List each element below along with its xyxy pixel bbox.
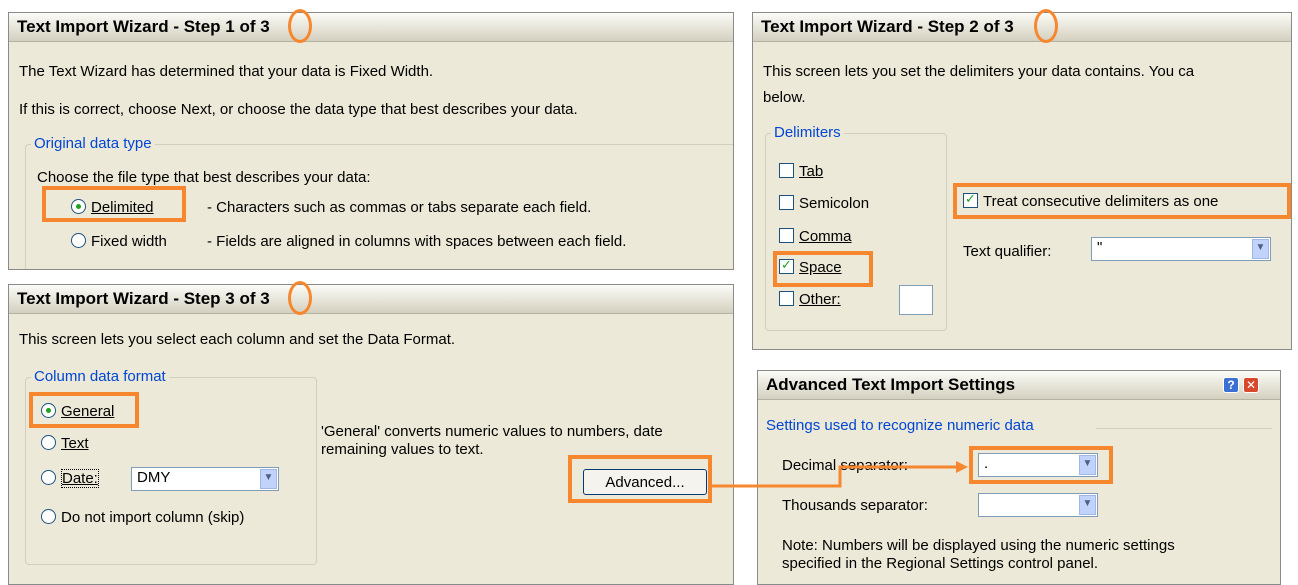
comma-checkbox-label: Comma: [799, 228, 852, 245]
help-icon[interactable]: ?: [1223, 377, 1239, 393]
fixed-width-radio-icon[interactable]: [71, 233, 86, 248]
step1-panel: Text Import Wizard - Step 1 of 3 The Tex…: [8, 12, 734, 270]
comma-checkbox-icon[interactable]: [779, 228, 794, 243]
text-qualifier-value: ": [1097, 239, 1103, 256]
date-format-combo[interactable]: DMY ▼: [131, 467, 279, 491]
skip-radio[interactable]: Do not import column (skip): [41, 509, 244, 526]
step3-line1: This screen lets you select each column …: [19, 331, 456, 348]
original-data-type-label: Original data type: [31, 135, 155, 152]
general-description-line1: 'General' converts numeric values to num…: [321, 423, 663, 440]
note-line2: specified in the Regional Settings contr…: [782, 555, 1099, 572]
step3-number-highlight: [288, 281, 312, 315]
step2-line1: This screen lets you set the delimiters …: [763, 63, 1195, 80]
date-radio-icon[interactable]: [41, 470, 56, 485]
semicolon-checkbox[interactable]: Semicolon: [779, 195, 869, 212]
tab-checkbox[interactable]: Tab: [779, 163, 823, 180]
step2-panel: Text Import Wizard - Step 2 of 3 This sc…: [752, 12, 1292, 350]
delimited-highlight: [42, 186, 186, 222]
step3-title: Text Import Wizard - Step 3 of 3: [9, 285, 733, 314]
choose-file-type-label: Choose the file type that best describes…: [37, 169, 371, 186]
semicolon-checkbox-label: Semicolon: [799, 195, 870, 212]
date-radio[interactable]: Date:: [41, 469, 99, 488]
tab-checkbox-icon[interactable]: [779, 163, 794, 178]
fixed-width-radio[interactable]: Fixed width: [71, 233, 167, 250]
advanced-highlight: [568, 455, 712, 503]
close-icon[interactable]: ✕: [1243, 377, 1259, 393]
other-checkbox-icon[interactable]: [779, 291, 794, 306]
decimal-separator-label: Decimal separator:: [782, 457, 908, 474]
date-radio-label: Date:: [61, 469, 99, 488]
text-radio[interactable]: Text: [41, 435, 89, 452]
step1-line1: The Text Wizard has determined that your…: [19, 63, 434, 80]
chevron-down-icon[interactable]: ▼: [1252, 239, 1269, 259]
numeric-settings-divider: [1096, 428, 1272, 429]
decimal-highlight: [969, 446, 1113, 484]
general-highlight: [29, 392, 139, 428]
text-radio-label: Text: [61, 435, 89, 452]
note-line1: Note: Numbers will be displayed using th…: [782, 537, 1175, 554]
text-radio-icon[interactable]: [41, 435, 56, 450]
chevron-down-icon[interactable]: ▼: [1079, 495, 1096, 515]
delimiters-label: Delimiters: [771, 124, 844, 141]
text-qualifier-combo[interactable]: " ▼: [1091, 237, 1271, 261]
consecutive-highlight: [953, 183, 1291, 219]
fixed-width-description: - Fields are aligned in columns with spa…: [207, 233, 627, 250]
step1-number-highlight: [288, 9, 312, 43]
general-description-line2: remaining values to text.: [321, 441, 484, 458]
other-checkbox[interactable]: Other:: [779, 291, 841, 308]
other-checkbox-label: Other:: [799, 291, 841, 308]
step3-panel: Text Import Wizard - Step 3 of 3 This sc…: [8, 284, 734, 585]
thousands-separator-combo[interactable]: ▼: [978, 493, 1098, 517]
fixed-width-radio-label: Fixed width: [91, 233, 167, 250]
chevron-down-icon[interactable]: ▼: [260, 469, 277, 489]
date-format-value: DMY: [137, 469, 171, 486]
tab-checkbox-label: Tab: [799, 163, 824, 180]
step1-title: Text Import Wizard - Step 1 of 3: [9, 13, 733, 42]
space-highlight: [773, 251, 873, 287]
step2-line2: below.: [763, 89, 806, 106]
step2-number-highlight: [1034, 9, 1058, 43]
thousands-separator-label: Thousands separator:: [782, 497, 928, 514]
skip-radio-icon[interactable]: [41, 509, 56, 524]
numeric-settings-label: Settings used to recognize numeric data: [766, 417, 1034, 434]
comma-checkbox[interactable]: Comma: [779, 228, 852, 245]
column-data-format-label: Column data format: [31, 368, 169, 385]
text-qualifier-label: Text qualifier:: [963, 243, 1052, 260]
other-delimiter-input[interactable]: [899, 285, 933, 315]
skip-radio-label: Do not import column (skip): [61, 509, 245, 526]
delimited-description: - Characters such as commas or tabs sepa…: [207, 199, 592, 216]
advanced-title: Advanced Text Import Settings: [758, 371, 1280, 400]
step2-title: Text Import Wizard - Step 2 of 3: [753, 13, 1291, 42]
step1-line2: If this is correct, choose Next, or choo…: [19, 101, 578, 118]
semicolon-checkbox-icon[interactable]: [779, 195, 794, 210]
